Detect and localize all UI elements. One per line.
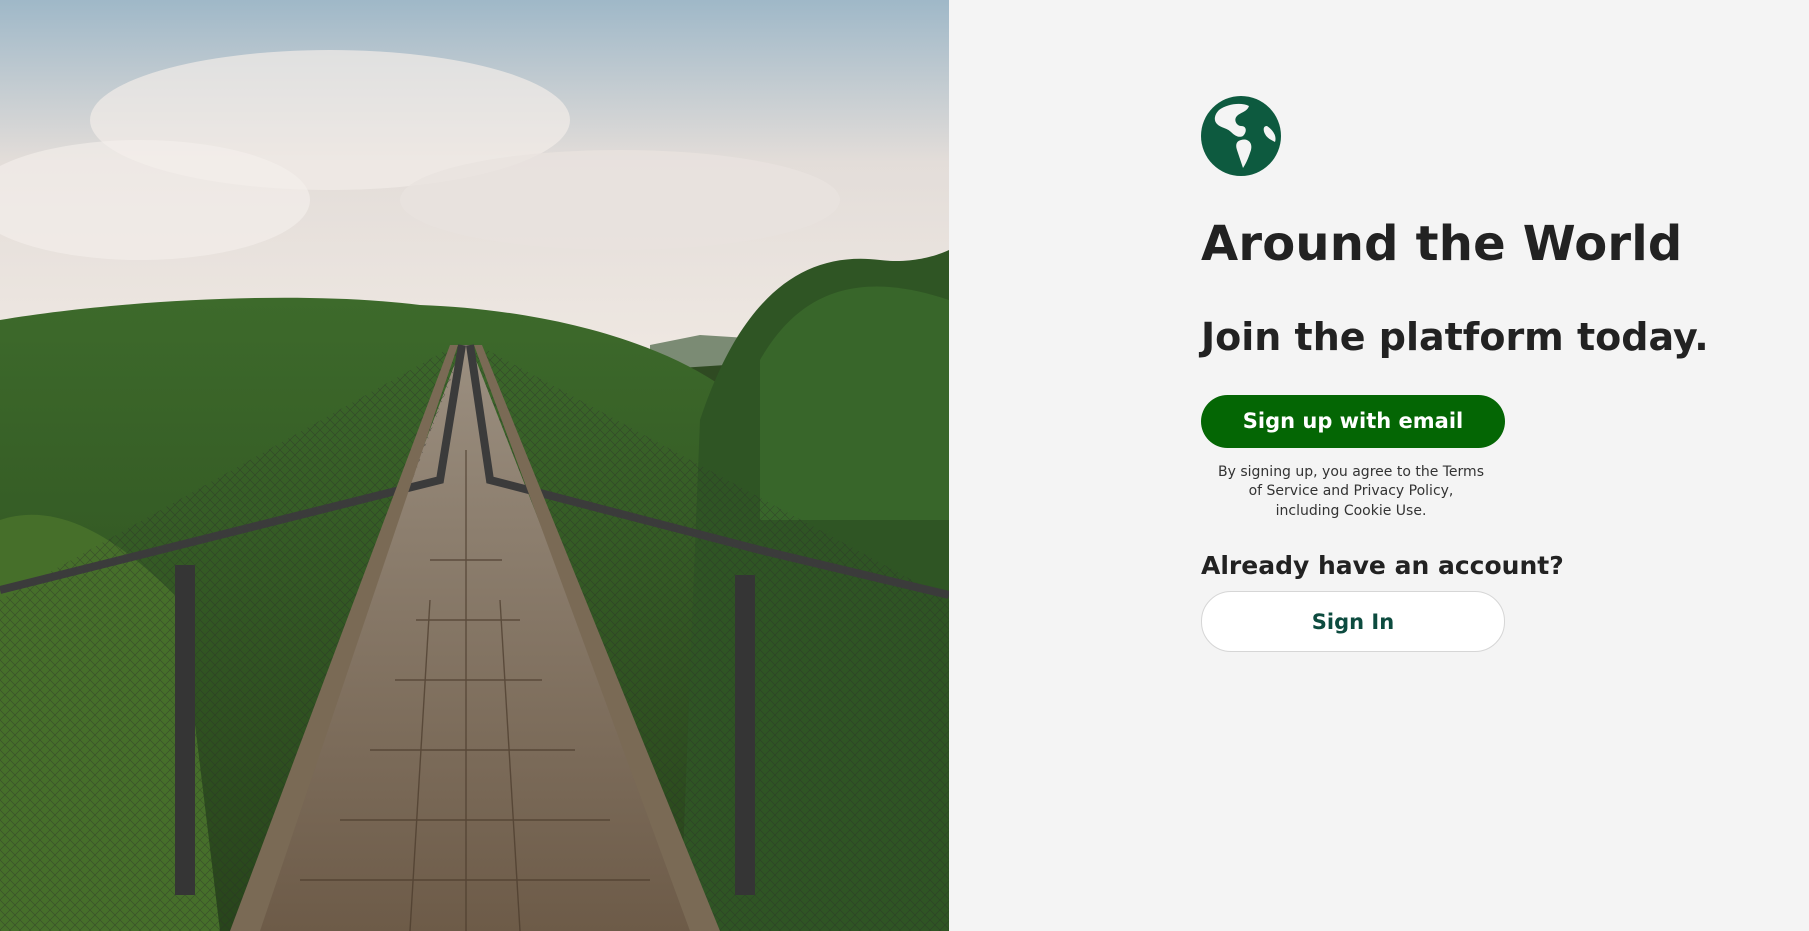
globe-americas-icon bbox=[1201, 96, 1281, 176]
signup-tagline: Join the platform today. bbox=[1201, 314, 1709, 359]
auth-content: Around the World Join the platform today… bbox=[1201, 96, 1721, 653]
existing-account-prompt: Already have an account? bbox=[1201, 551, 1564, 581]
app-title: Around the World bbox=[1201, 216, 1683, 272]
hero-image bbox=[0, 0, 949, 931]
sign-in-button[interactable]: Sign In bbox=[1201, 591, 1505, 653]
bridge-landscape-illustration bbox=[0, 0, 949, 931]
sign-up-with-email-button[interactable]: Sign up with email bbox=[1201, 394, 1505, 448]
legal-disclaimer: By signing up, you agree to the Terms of… bbox=[1218, 463, 1484, 519]
auth-panel: Around the World Join the platform today… bbox=[949, 0, 1809, 931]
